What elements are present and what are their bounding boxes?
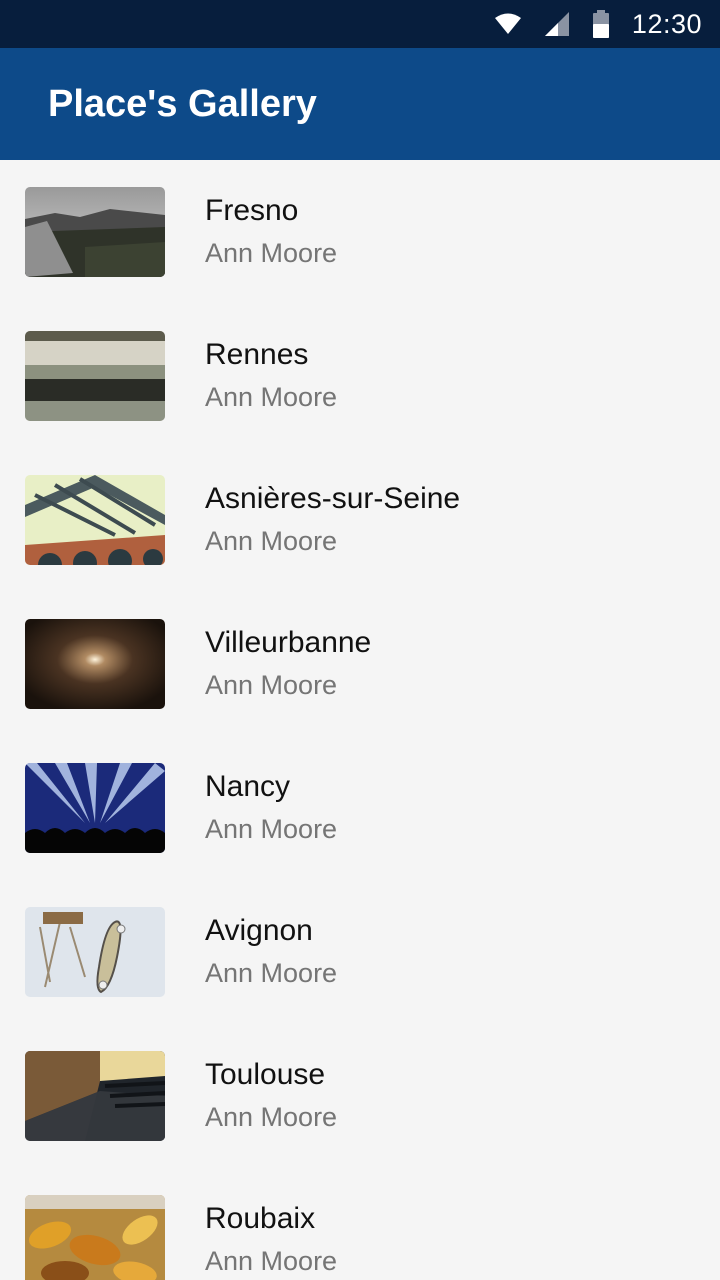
place-name: Rennes: [205, 338, 309, 371]
places-list[interactable]: Fresno Ann Moore Rennes Ann Moore Asnièr…: [0, 160, 720, 1280]
list-item[interactable]: Avignon Ann Moore: [0, 880, 720, 1024]
status-bar: 12:30: [0, 0, 720, 48]
app-bar: Place's Gallery: [0, 48, 720, 160]
place-name: Villeurbanne: [205, 626, 372, 659]
place-author: Ann Moore: [205, 382, 338, 412]
place-author: Ann Moore: [205, 526, 338, 556]
wifi-icon: [494, 12, 522, 36]
place-name: Nancy: [205, 770, 291, 803]
place-author: Ann Moore: [205, 1102, 338, 1132]
place-name: Avignon: [205, 914, 313, 947]
autumn-leaves-thumbnail: [25, 1195, 165, 1280]
misty-mountain-thumbnail: [25, 187, 165, 277]
cell-signal-icon: [544, 11, 570, 37]
place-author: Ann Moore: [205, 238, 338, 268]
list-item[interactable]: Asnières-sur-Seine Ann Moore: [0, 448, 720, 592]
app-title: Place's Gallery: [48, 83, 317, 125]
place-name: Fresno: [205, 194, 299, 227]
place-author: Ann Moore: [205, 814, 338, 844]
place-name: Asnières-sur-Seine: [205, 482, 461, 515]
list-item[interactable]: Rennes Ann Moore: [0, 304, 720, 448]
list-item[interactable]: Nancy Ann Moore: [0, 736, 720, 880]
place-name: Toulouse: [205, 1058, 326, 1091]
place-name: Roubaix: [205, 1202, 316, 1235]
status-time: 12:30: [631, 8, 702, 39]
status-icons: 12:30: [494, 0, 702, 48]
tunnel-light-thumbnail: [25, 619, 165, 709]
skateboard-thumbnail: [25, 907, 165, 997]
place-author: Ann Moore: [205, 1246, 338, 1276]
place-author: Ann Moore: [205, 958, 338, 988]
theater-seats-thumbnail: [25, 1051, 165, 1141]
frosty-field-thumbnail: [25, 331, 165, 421]
place-author: Ann Moore: [205, 670, 338, 700]
concert-lights-thumbnail: [25, 763, 165, 853]
list-item[interactable]: Roubaix Ann Moore: [0, 1168, 720, 1280]
battery-icon: [592, 10, 610, 38]
list-item[interactable]: Toulouse Ann Moore: [0, 1024, 720, 1168]
bridge-thumbnail: [25, 475, 165, 565]
list-item[interactable]: Fresno Ann Moore: [0, 160, 720, 304]
list-item[interactable]: Villeurbanne Ann Moore: [0, 592, 720, 736]
